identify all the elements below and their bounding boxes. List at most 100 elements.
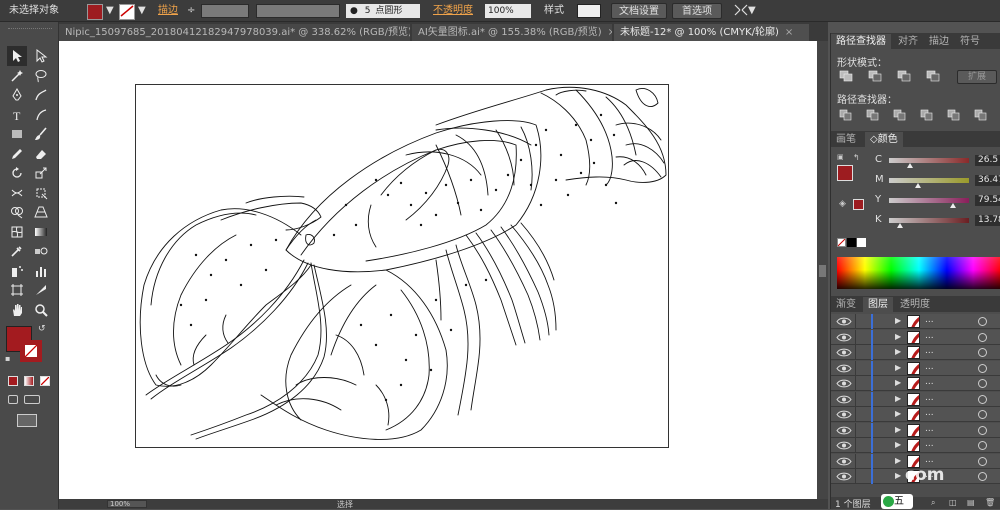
tab-symbols[interactable]: 符号 — [955, 34, 985, 49]
lock-column[interactable] — [855, 314, 856, 329]
direct-selection-tool[interactable] — [31, 46, 51, 66]
layer-name[interactable]: ... — [925, 346, 934, 356]
channel-slider[interactable] — [889, 158, 969, 168]
outline-icon[interactable] — [947, 109, 961, 121]
tab-align[interactable]: 对齐 — [893, 34, 923, 49]
channel-slider[interactable] — [889, 218, 969, 228]
tab-color[interactable]: ◇颜色 — [865, 132, 903, 147]
target-circle-icon[interactable] — [978, 456, 987, 466]
color-stroke-swatch[interactable] — [853, 199, 864, 210]
pen-tool[interactable] — [7, 85, 27, 105]
expand-triangle-icon[interactable]: ▶ — [895, 409, 901, 418]
visibility-eye-icon[interactable] — [836, 409, 852, 420]
symbol-sprayer-tool[interactable] — [7, 261, 27, 281]
tab-transparency[interactable]: 透明度 — [895, 297, 935, 312]
visibility-eye-icon[interactable] — [836, 316, 852, 327]
document-setup-button[interactable]: 文档设置 — [611, 3, 667, 19]
visibility-eye-icon[interactable] — [836, 425, 852, 436]
white-color-icon[interactable] — [857, 238, 866, 247]
lasso-tool[interactable] — [31, 66, 51, 86]
stroke-weight-stepper[interactable]: ÷ — [187, 3, 195, 19]
visibility-eye-icon[interactable] — [836, 347, 852, 358]
channel-value-field[interactable]: 26.5 — [975, 155, 1000, 166]
slice-tool[interactable] — [31, 280, 51, 300]
unite-icon[interactable] — [839, 70, 853, 82]
opacity-label[interactable]: 不透明度 — [433, 3, 473, 19]
crop-icon[interactable] — [920, 109, 934, 121]
mesh-tool[interactable] — [7, 222, 27, 242]
channel-slider[interactable] — [889, 198, 969, 208]
canvas-area[interactable] — [59, 41, 817, 499]
slider-knob[interactable] — [914, 183, 921, 188]
target-circle-icon[interactable] — [978, 472, 987, 481]
screen-mode-icon[interactable] — [17, 414, 37, 427]
layer-name[interactable]: ... — [925, 424, 934, 434]
rectangle-tool[interactable] — [7, 124, 27, 144]
pencil-tool[interactable] — [7, 144, 27, 164]
expand-triangle-icon[interactable]: ▶ — [895, 347, 901, 356]
slider-knob[interactable] — [897, 223, 904, 228]
lobster-outline-artwork[interactable] — [136, 85, 670, 449]
graphic-style-swatch[interactable] — [577, 4, 601, 18]
tab-layers[interactable]: 图层 — [863, 297, 893, 312]
none-color-icon[interactable] — [837, 238, 846, 247]
expand-button[interactable]: 扩展 — [957, 70, 997, 84]
column-graph-tool[interactable] — [31, 261, 51, 281]
target-circle-icon[interactable] — [978, 394, 987, 404]
out-of-gamut-icon[interactable]: ◈ — [839, 199, 846, 209]
scale-tool[interactable] — [31, 163, 51, 183]
expand-triangle-icon[interactable]: ▶ — [895, 456, 901, 465]
layer-row[interactable]: ▶... — [831, 391, 1000, 407]
slider-knob[interactable] — [950, 203, 956, 208]
paintbrush-tool[interactable] — [31, 124, 51, 144]
gradient-mode-icon[interactable] — [24, 376, 34, 386]
opacity-field[interactable]: 100% — [485, 4, 531, 18]
free-transform-tool[interactable] — [31, 183, 51, 203]
vertical-scrollbar[interactable] — [817, 41, 828, 499]
layer-row[interactable]: ▶... — [831, 438, 1000, 453]
magic-wand-tool[interactable] — [7, 66, 27, 86]
lock-column[interactable] — [855, 391, 856, 407]
locate-object-icon[interactable]: ⌕ — [931, 498, 935, 508]
black-color-icon[interactable] — [847, 238, 856, 247]
lock-column[interactable] — [855, 345, 856, 360]
layer-row[interactable]: ▶... — [831, 345, 1000, 360]
make-clipping-mask-icon[interactable]: ◫ — [949, 498, 957, 507]
layer-name[interactable]: ... — [925, 408, 934, 418]
delete-layer-icon[interactable]: 🗑 — [985, 498, 995, 507]
layer-row[interactable]: ▶... — [831, 422, 1000, 438]
visibility-eye-icon[interactable] — [836, 471, 852, 482]
perspective-grid-tool[interactable] — [31, 202, 51, 222]
slider-knob[interactable] — [906, 163, 913, 168]
target-circle-icon[interactable] — [978, 441, 987, 450]
line-segment-tool[interactable] — [31, 105, 51, 125]
layer-name[interactable]: ... — [925, 362, 934, 372]
stroke-weight-field[interactable] — [201, 4, 249, 18]
tab-brushes[interactable]: 画笔 — [831, 132, 861, 147]
hand-tool[interactable] — [7, 300, 27, 320]
minus-back-icon[interactable] — [974, 109, 988, 121]
tab-stroke[interactable]: 描边 — [924, 34, 954, 49]
variable-width-profile-select[interactable] — [256, 4, 340, 18]
expand-triangle-icon[interactable]: ▶ — [895, 332, 901, 341]
layer-name[interactable]: ... — [925, 455, 934, 465]
fill-dropdown-arrow-icon[interactable]: ▼ — [106, 3, 114, 19]
brush-definition-select[interactable]: ● 5 点圆形 — [346, 4, 420, 18]
merge-icon[interactable] — [893, 109, 907, 121]
expand-triangle-icon[interactable]: ▶ — [895, 471, 901, 480]
minus-front-icon[interactable] — [868, 70, 882, 82]
type-tool[interactable]: T — [7, 105, 27, 125]
zoom-field[interactable]: 100% — [107, 500, 147, 508]
expand-triangle-icon[interactable]: ▶ — [895, 316, 901, 325]
intersect-icon[interactable] — [897, 70, 911, 82]
none-mode-icon[interactable] — [40, 376, 50, 386]
expand-triangle-icon[interactable]: ▶ — [895, 378, 901, 387]
expand-triangle-icon[interactable]: ▶ — [895, 363, 901, 372]
width-tool[interactable] — [7, 183, 27, 203]
layer-name[interactable]: ... — [925, 331, 934, 341]
visibility-eye-icon[interactable] — [836, 332, 852, 343]
zoom-tool[interactable] — [31, 300, 51, 320]
toolbox-grip[interactable] — [8, 28, 52, 30]
layer-row[interactable]: ▶... — [831, 407, 1000, 422]
layer-row[interactable]: ▶... — [831, 360, 1000, 376]
